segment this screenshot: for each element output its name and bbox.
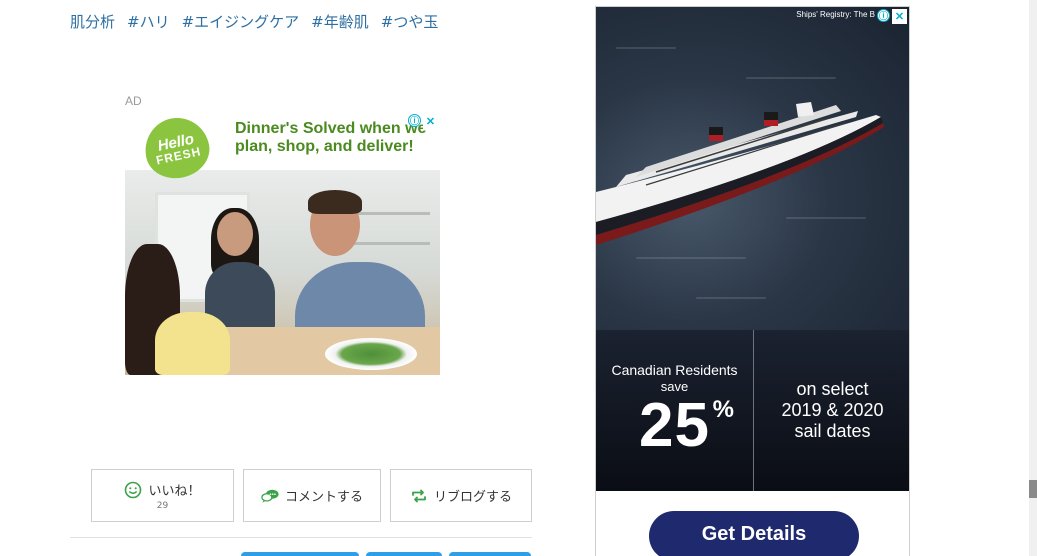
like-button[interactable]: いいね！ 29	[91, 469, 234, 522]
reblog-icon	[410, 487, 428, 505]
ad-headline: Dinner's Solved when we plan, shop, and …	[235, 120, 427, 155]
promo-dates: on select 2019 & 2020 sail dates	[754, 379, 909, 442]
ad-scene-salad-bowl	[325, 338, 417, 370]
promo-text: Canadian Residents	[611, 362, 738, 378]
ad-registry-text: Ships' Registry: The B	[796, 10, 875, 19]
hashtag-link[interactable]: #年齢肌	[311, 11, 369, 32]
hashtag-link[interactable]: #つや玉	[381, 11, 439, 32]
like-count: 29	[156, 501, 169, 511]
promo-text: sail dates	[794, 421, 871, 441]
hashtag-link[interactable]: #ハリ	[127, 11, 170, 32]
ad-scene-man-hair	[308, 190, 362, 214]
cruise-ship-icon	[596, 102, 884, 245]
smiley-icon	[124, 481, 142, 499]
cta-area: Get Details	[596, 491, 909, 556]
cruise-ad[interactable]: Ships' Registry: The B ⓘ ✕ Canadian Resi…	[595, 6, 910, 556]
hellofresh-logo: Hello FRESH	[139, 112, 215, 184]
hashtag-link[interactable]: #エイジングケア	[182, 11, 300, 32]
promo-percent-symbol: %	[712, 396, 734, 423]
ad-promo-panel: Canadian Residents save 25 % on select 2…	[596, 330, 909, 491]
reblog-button[interactable]: リブログする	[390, 469, 532, 522]
adchoices-info-icon[interactable]: ⓘ	[877, 9, 890, 22]
reblog-label: リブログする	[433, 490, 512, 505]
ad-close-icon[interactable]: ✕	[892, 9, 907, 24]
ad-ocean-image	[596, 7, 909, 330]
hellofresh-ad[interactable]: Hello FRESH Dinner's Solved when we plan…	[125, 112, 440, 375]
scrollbar-thumb[interactable]	[1029, 480, 1037, 498]
comment-bubble-icon	[261, 487, 279, 505]
get-details-button[interactable]: Get Details	[649, 511, 859, 556]
comment-label: コメントする	[284, 490, 363, 505]
page: 肌分析 #ハリ #エイジングケア #年齢肌 #つや玉 AD Hello FRES…	[0, 0, 1037, 556]
section-divider	[70, 537, 532, 538]
ad-controls: ⓘ ✕	[877, 9, 907, 24]
ad-controls: ⓘ ✕	[408, 114, 438, 129]
ad-scene-girl	[155, 312, 230, 375]
promo-percent: 25 %	[639, 391, 734, 460]
ad-scene-woman-face	[217, 212, 253, 256]
share-button[interactable]	[366, 552, 442, 556]
promo-savings: Canadian Residents save 25 %	[596, 362, 753, 458]
ad-close-icon[interactable]: ✕	[423, 114, 438, 129]
promo-percent-value: 25	[639, 391, 710, 460]
scrollbar-track[interactable]	[1029, 0, 1037, 556]
like-label: いいね！	[148, 484, 201, 499]
hashtag-list: 肌分析 #ハリ #エイジングケア #年齢肌 #つや玉	[70, 11, 438, 32]
ad-label: AD	[125, 94, 142, 108]
share-button[interactable]	[449, 552, 531, 556]
reaction-bar: いいね！ 29 コメントする リブログする	[91, 469, 532, 522]
hashtag-link[interactable]: 肌分析	[70, 11, 115, 32]
adchoices-info-icon[interactable]: ⓘ	[408, 114, 421, 127]
share-button[interactable]	[241, 552, 359, 556]
comment-button[interactable]: コメントする	[243, 469, 381, 522]
promo-text: on select	[796, 379, 869, 399]
promo-text: 2019 & 2020	[781, 400, 884, 420]
